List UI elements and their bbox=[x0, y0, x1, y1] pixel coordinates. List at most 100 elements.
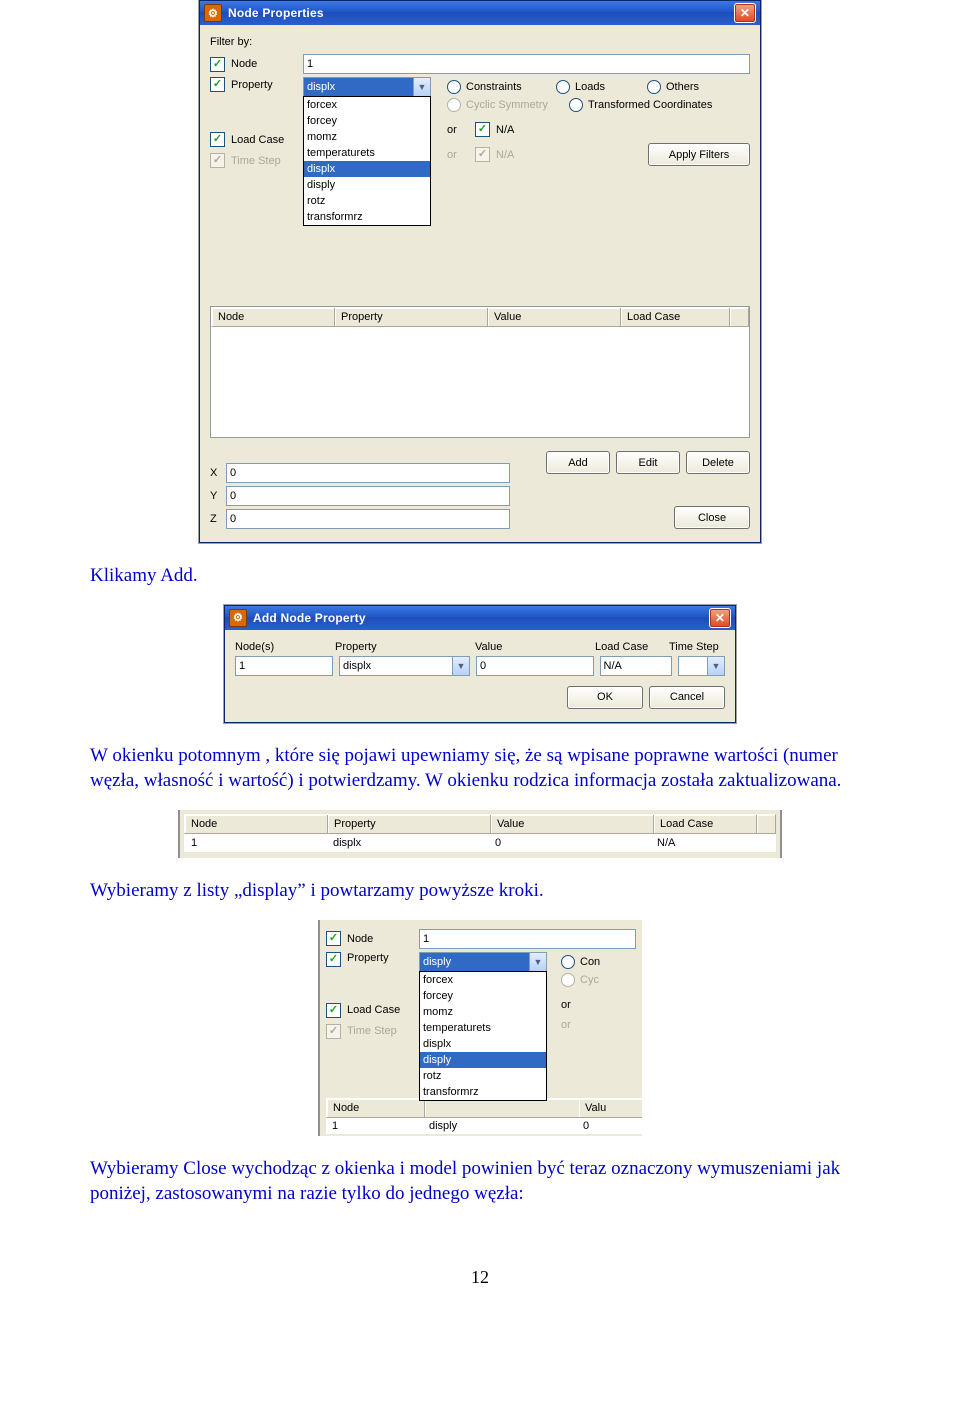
property-label: Property bbox=[335, 641, 475, 653]
z-input[interactable]: 0 bbox=[226, 509, 510, 529]
delete-button[interactable]: Delete bbox=[686, 451, 750, 474]
results-table-body bbox=[211, 327, 749, 437]
chevron-down-icon[interactable] bbox=[452, 657, 469, 675]
paragraph: Wybieramy Close wychodząc z okienka i mo… bbox=[90, 1156, 860, 1207]
list-item[interactable]: temperaturets bbox=[420, 1020, 546, 1036]
y-label: Y bbox=[210, 490, 226, 502]
filter-by-label: Filter by: bbox=[210, 36, 252, 48]
property-combo[interactable]: disply bbox=[419, 952, 547, 972]
list-item[interactable]: displx bbox=[420, 1036, 546, 1052]
list-item[interactable]: rotz bbox=[304, 193, 430, 209]
list-item[interactable]: forcey bbox=[304, 113, 430, 129]
th-loadcase[interactable]: Load Case bbox=[621, 308, 730, 326]
loads-label: Loads bbox=[575, 81, 647, 93]
chevron-down-icon[interactable] bbox=[707, 657, 724, 675]
list-item[interactable]: temperaturets bbox=[304, 145, 430, 161]
list-item[interactable]: forcex bbox=[304, 97, 430, 113]
list-item[interactable]: transformrz bbox=[420, 1084, 546, 1100]
property-combo[interactable]: displx bbox=[303, 77, 431, 97]
constraints-label: Constraints bbox=[466, 81, 556, 93]
x-input[interactable]: 0 bbox=[226, 463, 510, 483]
list-item[interactable]: displx bbox=[304, 161, 430, 177]
th-node[interactable]: Node bbox=[327, 1099, 425, 1117]
na-timestep-checkbox bbox=[475, 147, 490, 162]
list-item[interactable]: forcey bbox=[420, 988, 546, 1004]
table-row[interactable]: 1 displx 0 N/A bbox=[185, 835, 775, 851]
list-item[interactable]: transformrz bbox=[304, 209, 430, 225]
loads-radio[interactable] bbox=[556, 80, 570, 94]
property-combo[interactable]: displx bbox=[339, 656, 470, 676]
titlebar[interactable]: Node Properties bbox=[200, 1, 760, 25]
edit-button[interactable]: Edit bbox=[616, 451, 680, 474]
or-label: or bbox=[561, 1019, 571, 1031]
con-radio[interactable] bbox=[561, 955, 575, 969]
or-label-2: or bbox=[447, 149, 475, 161]
node-input[interactable]: 1 bbox=[419, 929, 636, 949]
th-node[interactable]: Node bbox=[185, 815, 328, 833]
table-fragment: Node Property Value Load Case 1 displx 0… bbox=[178, 810, 782, 858]
node-properties-dialog: Node Properties Filter by: Node 1 Proper… bbox=[199, 0, 761, 543]
ok-button[interactable]: OK bbox=[567, 686, 643, 709]
node-checkbox[interactable] bbox=[326, 931, 341, 946]
loadcase-input[interactable]: N/A bbox=[600, 656, 673, 676]
property-checkbox-label: Property bbox=[347, 952, 419, 964]
paragraph: W okienku potomnym , które się pojawi up… bbox=[90, 743, 860, 794]
property-checkbox[interactable] bbox=[210, 77, 225, 92]
list-item[interactable]: forcex bbox=[420, 972, 546, 988]
close-icon[interactable] bbox=[734, 3, 756, 23]
chevron-down-icon[interactable] bbox=[529, 953, 546, 971]
node-checkbox-label: Node bbox=[347, 933, 419, 945]
cancel-button[interactable]: Cancel bbox=[649, 686, 725, 709]
th-value[interactable]: Value bbox=[488, 308, 621, 326]
constraints-radio[interactable] bbox=[447, 80, 461, 94]
x-label: X bbox=[210, 467, 226, 479]
app-icon bbox=[229, 609, 247, 627]
th-property[interactable]: Property bbox=[335, 308, 488, 326]
apply-filters-button[interactable]: Apply Filters bbox=[648, 143, 750, 166]
others-radio[interactable] bbox=[647, 80, 661, 94]
th-value[interactable]: Valu bbox=[579, 1099, 642, 1117]
chevron-down-icon[interactable] bbox=[413, 78, 430, 96]
timestep-combo[interactable] bbox=[678, 656, 725, 676]
transformed-radio[interactable] bbox=[569, 98, 583, 112]
nodes-input[interactable]: 1 bbox=[235, 656, 333, 676]
add-button[interactable]: Add bbox=[546, 451, 610, 474]
loadcase-checkbox-label: Load Case bbox=[231, 134, 284, 146]
add-node-property-dialog: Add Node Property Node(s) Property Value… bbox=[224, 605, 736, 723]
node-checkbox[interactable] bbox=[210, 57, 225, 72]
cyc-radio bbox=[561, 973, 575, 987]
list-item[interactable]: rotz bbox=[420, 1068, 546, 1084]
close-button[interactable]: Close bbox=[674, 506, 750, 529]
window-title: Node Properties bbox=[228, 6, 734, 20]
loadcase-checkbox[interactable] bbox=[210, 132, 225, 147]
node-checkbox-label: Node bbox=[231, 58, 303, 70]
results-table-header: Node Property Value Load Case bbox=[211, 307, 749, 327]
th-node[interactable]: Node bbox=[212, 308, 335, 326]
loadcase-checkbox[interactable] bbox=[326, 1003, 341, 1018]
th-value[interactable]: Value bbox=[491, 815, 654, 833]
property-checkbox[interactable] bbox=[326, 952, 341, 967]
titlebar[interactable]: Add Node Property bbox=[225, 606, 735, 630]
list-item[interactable]: disply bbox=[304, 177, 430, 193]
na-loadcase-checkbox[interactable] bbox=[475, 122, 490, 137]
list-item[interactable]: momz bbox=[420, 1004, 546, 1020]
y-input[interactable]: 0 bbox=[226, 486, 510, 506]
transformed-label: Transformed Coordinates bbox=[588, 99, 712, 111]
value-input[interactable]: 0 bbox=[476, 656, 594, 676]
node-input[interactable]: 1 bbox=[303, 54, 750, 74]
timestep-label: Time Step bbox=[347, 1025, 397, 1037]
list-item[interactable]: momz bbox=[304, 129, 430, 145]
cyclic-radio bbox=[447, 98, 461, 112]
timestep-checkbox bbox=[326, 1024, 341, 1039]
others-label: Others bbox=[666, 81, 699, 93]
timestep-label: Time Step bbox=[669, 641, 719, 653]
close-icon[interactable] bbox=[709, 608, 731, 628]
list-item[interactable]: disply bbox=[420, 1052, 546, 1068]
th-loadcase[interactable]: Load Case bbox=[654, 815, 757, 833]
app-icon bbox=[204, 4, 222, 22]
paragraph: Klikamy Add. bbox=[90, 563, 860, 589]
property-dropdown-list[interactable]: forcex forcey momz temperaturets displx … bbox=[419, 971, 547, 1101]
property-dropdown-list[interactable]: forcex forcey momz temperaturets displx … bbox=[303, 96, 431, 226]
window-title: Add Node Property bbox=[253, 611, 709, 625]
th-property[interactable]: Property bbox=[328, 815, 491, 833]
